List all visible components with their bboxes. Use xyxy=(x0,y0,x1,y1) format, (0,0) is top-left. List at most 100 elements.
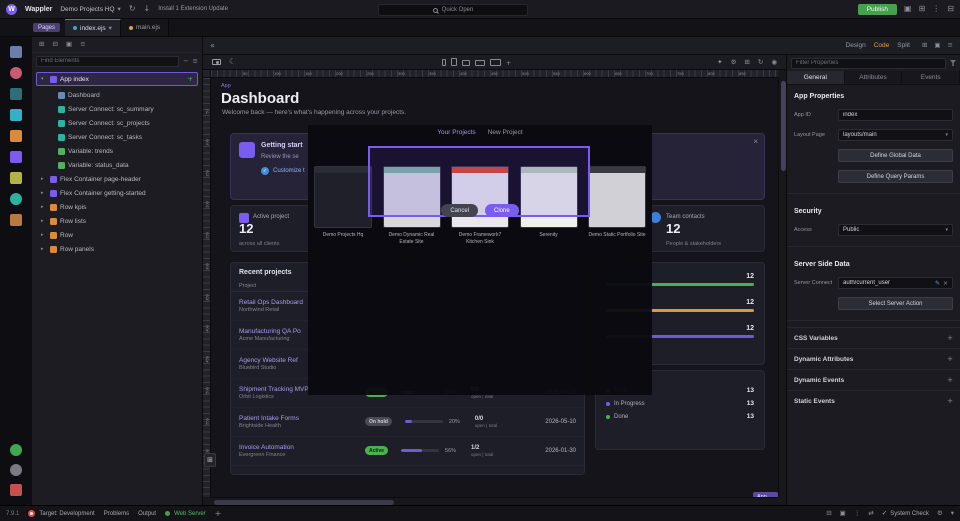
pages-badge[interactable]: Pages xyxy=(33,23,60,32)
collapse-all-icon[interactable]: − xyxy=(183,58,188,65)
scrollbar-thumb[interactable] xyxy=(214,500,394,505)
tree-item[interactable]: ▸ Flex Container getting-started xyxy=(32,186,202,200)
table-row[interactable]: Invoice Automation Evergreen Finance Act… xyxy=(231,437,584,466)
panel-icon[interactable] xyxy=(10,214,22,226)
kebab-menu-icon[interactable]: ⋮ xyxy=(854,510,861,517)
chevron-right-icon[interactable]: ▸ xyxy=(41,246,47,252)
design-canvas[interactable]: App Dashboard Welcome back — here's what… xyxy=(211,78,778,497)
panel-menu-icon[interactable]: ≡ xyxy=(948,42,953,49)
project-link[interactable]: Patient Intake Forms xyxy=(239,415,359,422)
chevron-down-icon[interactable]: ▾ xyxy=(41,76,47,82)
tab-events[interactable]: Events xyxy=(902,71,960,84)
grid-toggle-icon[interactable]: ⊞ xyxy=(922,42,927,49)
project-switcher[interactable]: Demo Projects HQ ▾ xyxy=(60,6,120,13)
tree-options-icon[interactable]: ≡ xyxy=(193,58,198,65)
tree-item[interactable]: Server Connect: sc_tasks xyxy=(32,130,202,144)
chevron-right-icon[interactable]: ▸ xyxy=(41,204,47,210)
quick-open[interactable]: Quick Open xyxy=(378,4,528,16)
device-phone-icon[interactable] xyxy=(442,59,446,66)
outline-icon[interactable]: ▣ xyxy=(66,41,72,48)
split-layout-icon[interactable]: ⊞ xyxy=(919,5,926,13)
tree-item[interactable]: ▸ Row lists xyxy=(32,214,202,228)
define-global-data-button[interactable]: Define Global Data xyxy=(838,149,953,162)
chevron-down-icon[interactable]: ▾ xyxy=(109,25,112,32)
sync-icon[interactable]: ⇄ xyxy=(868,510,873,517)
panel-icon[interactable] xyxy=(10,109,22,121)
grid-view-icon[interactable]: ⊞ xyxy=(39,41,44,48)
panel-icon[interactable] xyxy=(10,130,22,142)
chevron-right-icon[interactable]: ▸ xyxy=(41,218,47,224)
chevron-right-icon[interactable]: ▸ xyxy=(41,176,47,182)
tree-item[interactable]: Variable: trends xyxy=(32,144,202,158)
app-id-input[interactable] xyxy=(843,112,948,118)
chevron-right-icon[interactable]: ▸ xyxy=(41,190,47,196)
output-button[interactable]: Output xyxy=(138,511,156,517)
screenshot-icon[interactable] xyxy=(212,59,221,65)
dock-grid-button[interactable]: ⊞ xyxy=(204,453,216,467)
panel-icon[interactable] xyxy=(10,172,22,184)
expand-plus-icon[interactable]: + xyxy=(947,334,953,342)
collapsible-section[interactable]: Dynamic Attributes + xyxy=(787,348,960,369)
magic-actions-icon[interactable]: ✦ xyxy=(717,59,722,66)
customize-link[interactable]: Customize t xyxy=(273,168,305,174)
select-server-action-button[interactable]: Select Server Action xyxy=(838,297,953,310)
panel-icon[interactable] xyxy=(10,464,22,476)
publish-button[interactable]: Publish xyxy=(858,4,897,15)
scrollbar-thumb[interactable] xyxy=(781,81,786,171)
tab-your-projects[interactable]: Your Projects xyxy=(437,129,475,136)
add-element-icon[interactable]: + xyxy=(188,76,193,83)
list-view-icon[interactable]: ⊟ xyxy=(52,41,57,48)
layout-page-select[interactable]: layouts/main ▾ xyxy=(838,129,953,141)
tree-root-app-index[interactable]: ▾ App index + xyxy=(36,72,198,86)
expand-plus-icon[interactable]: + xyxy=(947,397,953,405)
access-select[interactable]: Public ▾ xyxy=(838,224,953,236)
tree-item[interactable]: Server Connect: sc_summary xyxy=(32,102,202,116)
panels-icon[interactable]: ⊟ xyxy=(947,5,954,13)
settings-gear-icon[interactable]: ⚙ xyxy=(937,510,943,517)
panel-icon[interactable] xyxy=(10,88,22,100)
collapse-panel-icon[interactable]: « xyxy=(210,42,215,50)
tree-item[interactable]: ▸ Row xyxy=(32,228,202,242)
collapsible-section[interactable]: Dynamic Events + xyxy=(787,369,960,390)
cancel-button[interactable]: Cancel xyxy=(441,204,478,217)
app-id-field[interactable] xyxy=(838,109,953,121)
canvas-vertical-scrollbar[interactable] xyxy=(778,78,786,497)
expand-plus-icon[interactable]: + xyxy=(947,376,953,384)
expand-plus-icon[interactable]: + xyxy=(947,355,953,363)
grid-overlay-icon[interactable]: ⊞ xyxy=(744,59,749,66)
view-code[interactable]: Code xyxy=(874,42,890,49)
tab-new-project[interactable]: New Project xyxy=(488,129,523,136)
panel-right-icon[interactable]: ▣ xyxy=(840,510,846,517)
panel-icon[interactable] xyxy=(10,151,22,163)
download-icon[interactable]: ↓ xyxy=(144,5,151,13)
panel-icon[interactable] xyxy=(10,484,22,496)
web-server-status[interactable]: Web Server xyxy=(165,511,206,517)
canvas-horizontal-scrollbar[interactable] xyxy=(211,497,778,505)
settings-gear-icon[interactable]: ⚙ xyxy=(731,59,737,66)
clone-button[interactable]: Clone xyxy=(485,204,519,217)
tree-item[interactable]: ▸ Row kpis xyxy=(32,200,202,214)
panel-icon[interactable] xyxy=(10,193,22,205)
device-desktop-icon[interactable] xyxy=(490,59,501,66)
filter-properties-input[interactable] xyxy=(791,58,946,69)
tree-item[interactable]: Dashboard xyxy=(32,88,202,102)
table-row[interactable]: Patient Intake Forms Brightside Health O… xyxy=(231,408,584,437)
preview-eye-icon[interactable]: ◉ xyxy=(771,59,777,66)
tab-attributes[interactable]: Attributes xyxy=(845,71,903,84)
panel-layout-icon[interactable]: ▣ xyxy=(904,5,912,13)
chevron-right-icon[interactable]: ▸ xyxy=(41,232,47,238)
device-tablet-icon[interactable] xyxy=(462,60,470,66)
close-icon[interactable]: × xyxy=(753,137,758,146)
tree-item[interactable]: ▸ Flex Container page-header xyxy=(32,172,202,186)
menu-icon[interactable]: ≡ xyxy=(80,41,85,48)
find-elements-input[interactable] xyxy=(36,56,179,67)
inspect-icon[interactable]: ▣ xyxy=(934,42,940,49)
panel-bottom-icon[interactable]: ⊟ xyxy=(826,510,831,517)
define-query-params-button[interactable]: Define Query Params xyxy=(838,170,953,183)
project-link[interactable]: Invoice Automation xyxy=(239,444,359,451)
panel-icon[interactable] xyxy=(10,67,22,79)
panel-icon[interactable] xyxy=(10,46,22,58)
tab-main-ejs[interactable]: main.ejs xyxy=(121,19,169,36)
problems-button[interactable]: Problems xyxy=(104,511,129,517)
kebab-menu-icon[interactable]: ⋮ xyxy=(932,5,940,13)
